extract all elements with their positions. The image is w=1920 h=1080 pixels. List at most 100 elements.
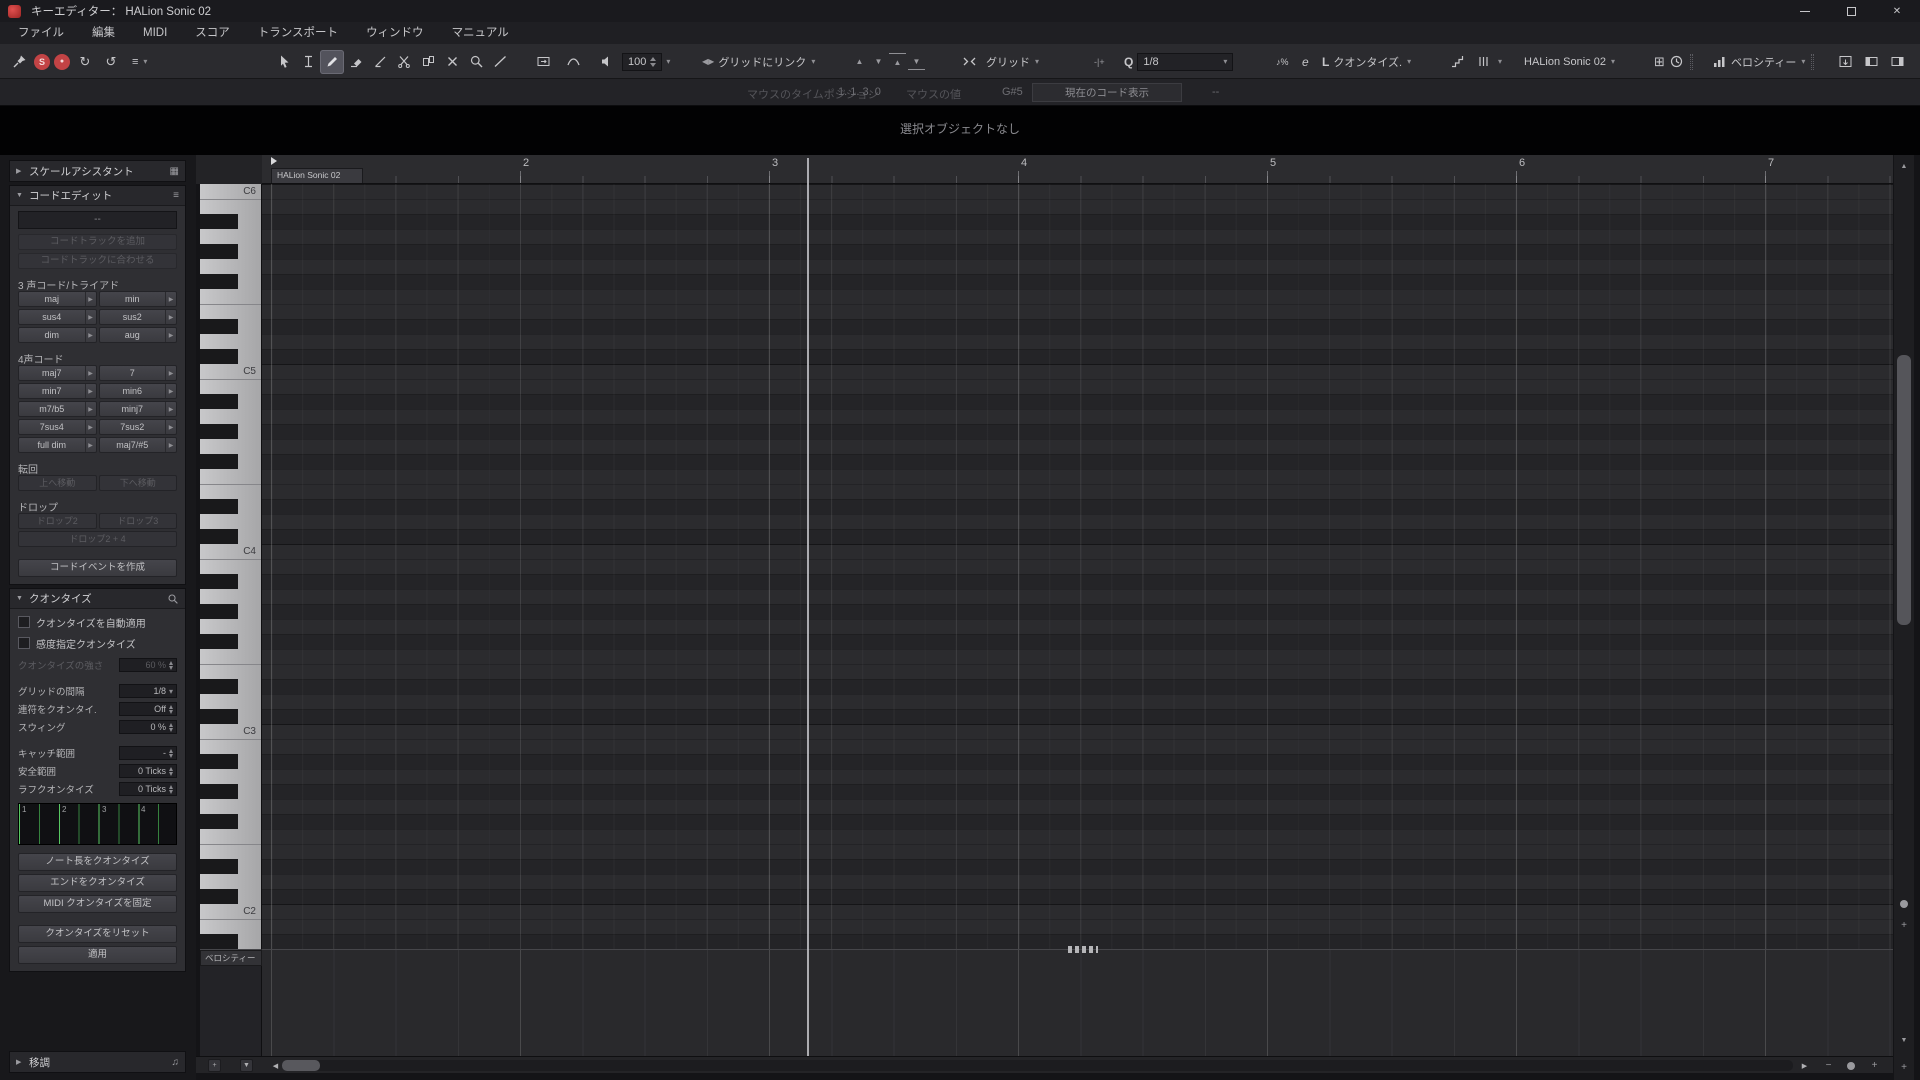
drop3-button[interactable]: ドロップ3 — [98, 513, 177, 529]
move-to-bottom-button[interactable]: ▼ — [908, 53, 925, 70]
snap-button[interactable] — [958, 51, 980, 73]
chord-m7b5-button[interactable]: m7/b5 ▶ — [18, 401, 97, 417]
erase-tool[interactable] — [344, 50, 368, 74]
menu-edit[interactable]: 編集 — [78, 22, 129, 44]
part-selector-dropdown[interactable]: HALion Sonic 02 ▾ — [1524, 56, 1615, 68]
grid-type-dropdown[interactable]: グリッド ▾ — [986, 54, 1039, 70]
chord-aug-button[interactable]: aug ▶ — [98, 327, 177, 343]
chord-sus4-button[interactable]: sus4 ▶ — [18, 309, 97, 325]
create-chord-event-button[interactable]: コードイベントを作成 — [18, 559, 177, 577]
timeline-ruler[interactable]: 2 3 4 5 6 7 HALion Sonic 02 — [262, 155, 1893, 184]
length-quantize-dropdown[interactable]: クオンタイズ. ▾ — [1333, 54, 1411, 70]
scroll-down-button[interactable]: ▼ — [1894, 1031, 1914, 1049]
vertical-scroll-thumb[interactable] — [1897, 355, 1911, 625]
catch-range-field[interactable]: - — [119, 746, 177, 760]
open-in-lower-zone-button[interactable] — [1834, 51, 1856, 73]
iq-checkbox[interactable] — [18, 637, 30, 649]
h-zoom-out-button[interactable]: − — [1822, 1059, 1835, 1072]
line-tool[interactable] — [488, 50, 512, 74]
scroll-left-button[interactable]: ◀ — [269, 1059, 282, 1072]
menu-file[interactable]: ファイル — [4, 22, 78, 44]
velocity-spinner[interactable] — [650, 56, 657, 67]
move-up-button[interactable]: 上へ移動 — [18, 475, 97, 491]
auto-scroll-button[interactable]: ↺ — [100, 51, 122, 73]
match-chord-track-button[interactable]: コードトラックに合わせる — [18, 253, 177, 269]
chord-fulldim-button[interactable]: full dim ▶ — [18, 437, 97, 453]
left-zone-toggle-button[interactable] — [1860, 51, 1882, 73]
auto-scroll-options-dropdown[interactable]: ≡ ▾ — [132, 56, 147, 68]
editor-grid-icon[interactable]: ⊞ — [1654, 54, 1665, 70]
split-tool[interactable] — [392, 50, 416, 74]
swing-field[interactable]: 0 % — [119, 720, 177, 734]
chord-submenu-icon[interactable]: ▶ — [84, 310, 96, 324]
chord-7-button[interactable]: 7 ▶ — [98, 365, 177, 381]
chord-submenu-icon[interactable]: ▶ — [84, 402, 96, 416]
h-zoom-in-button[interactable]: + — [1868, 1059, 1881, 1072]
range-tool[interactable] — [296, 50, 320, 74]
minimize-button[interactable] — [1782, 0, 1828, 22]
vertical-scrollbar[interactable]: ▲ + ▼ + — [1894, 155, 1914, 1080]
grid-link-dropdown[interactable]: グリッドにリンク ▾ — [718, 54, 815, 70]
reset-quantize-button[interactable]: クオンタイズをリセット — [18, 925, 177, 943]
solo-editor-button[interactable]: S — [34, 53, 50, 70]
add-chord-track-button[interactable]: コードトラックを追加 — [18, 234, 177, 250]
scroll-up-button[interactable]: ▲ — [1894, 157, 1914, 175]
glue-tool[interactable] — [416, 50, 440, 74]
lane-zoom-in-button[interactable]: + — [1894, 1059, 1914, 1075]
stepper-icon[interactable] — [169, 722, 173, 732]
chord-minmaj7-button[interactable]: minj7 ▶ — [98, 401, 177, 417]
scroll-right-button[interactable]: ▶ — [1798, 1059, 1811, 1072]
safe-range-field[interactable]: 0 Ticks — [119, 764, 177, 778]
chord-editing-header[interactable]: ▼ コードエディット ≡ — [10, 186, 185, 206]
independent-loop-button[interactable] — [532, 51, 554, 73]
chord-min7-button[interactable]: min7 ▶ — [18, 383, 97, 399]
velocity-options-chevron-icon[interactable]: ▾ — [666, 57, 670, 66]
stepper-icon[interactable] — [169, 660, 173, 670]
trim-tool[interactable] — [368, 50, 392, 74]
clock-icon[interactable] — [1669, 54, 1684, 69]
move-down-button[interactable]: 下へ移動 — [98, 475, 177, 491]
v-zoom-handle[interactable] — [1900, 900, 1908, 908]
velocity-speaker-button[interactable] — [596, 51, 618, 73]
chord-submenu-icon[interactable]: ▶ — [84, 420, 96, 434]
velocity-lane[interactable] — [262, 946, 1893, 1056]
event-colors-dropdown[interactable]: ベロシティー ▾ — [1731, 54, 1805, 70]
grid-plusminus-icon[interactable]: -|+ — [1094, 57, 1105, 67]
note-grid[interactable] — [262, 184, 1893, 949]
chord-submenu-icon[interactable]: ▶ — [165, 438, 176, 452]
horizontal-scrollbar[interactable] — [282, 1060, 1793, 1071]
move-to-top-button[interactable]: ▲ — [889, 53, 906, 70]
chord-submenu-icon[interactable]: ▶ — [165, 384, 176, 398]
scale-assistant-header[interactable]: ▶ スケールアシスタント ▦ — [10, 161, 185, 181]
freeze-quantize-button[interactable]: MIDI クオンタイズを固定 — [18, 895, 177, 913]
chord-sus2-button[interactable]: sus2 ▶ — [98, 309, 177, 325]
stepper-icon[interactable] — [169, 704, 173, 714]
horizontal-scroll-thumb[interactable] — [282, 1060, 320, 1071]
loop-button[interactable]: ↻ — [74, 51, 96, 73]
menu-score[interactable]: スコア — [181, 22, 244, 44]
midi-input-button[interactable] — [1472, 51, 1494, 73]
quantize-lengths-button[interactable]: ノート長をクオンタイズ — [18, 853, 177, 871]
pin-button[interactable] — [8, 51, 30, 73]
iterative-quantize-icon[interactable]: ♪% — [1276, 57, 1289, 67]
quantize-header[interactable]: ▼ クオンタイズ — [10, 589, 185, 609]
draw-tool[interactable] — [320, 49, 344, 74]
transpose-header[interactable]: ▶ 移調 ♫ — [10, 1052, 185, 1072]
apply-quantize-button[interactable]: 適用 — [18, 946, 177, 964]
chord-submenu-icon[interactable]: ▶ — [165, 292, 176, 306]
nudge-up-button[interactable]: ▲ — [851, 53, 868, 70]
close-button[interactable]: ✕ — [1874, 0, 1920, 22]
chord-maj7s5-button[interactable]: maj7/#5 ▶ — [98, 437, 177, 453]
chord-submenu-icon[interactable]: ▶ — [165, 402, 176, 416]
strength-field[interactable]: 60 % — [119, 658, 177, 672]
menu-transport[interactable]: トランスポート — [244, 22, 352, 44]
chord-7sus4-button[interactable]: 7sus4 ▶ — [18, 419, 97, 435]
add-lane-button[interactable]: + — [208, 1059, 221, 1072]
quantize-panel-icon[interactable]: e — [1302, 55, 1309, 69]
drop24-button[interactable]: ドロップ2 + 4 — [18, 531, 177, 547]
part-start-marker[interactable] — [271, 157, 277, 165]
velocity-lane-tag[interactable]: ベロシティー — [200, 950, 262, 966]
insert-velocity-value[interactable]: 100 — [622, 52, 663, 71]
maximize-button[interactable] — [1828, 0, 1874, 22]
current-chord-display[interactable]: 現在のコード表示 — [1032, 83, 1182, 102]
